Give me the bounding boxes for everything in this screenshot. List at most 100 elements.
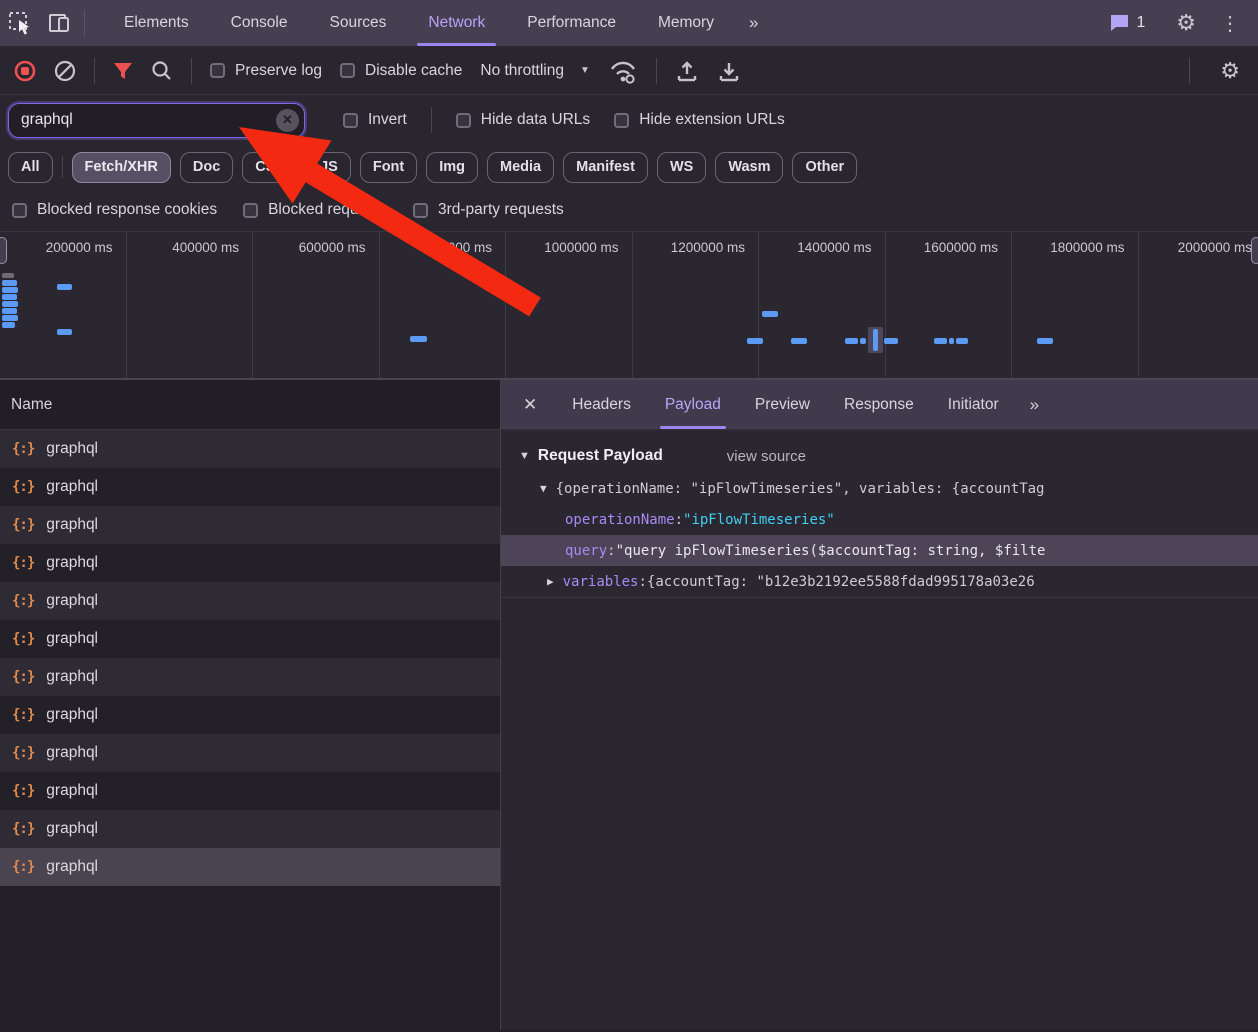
request-payload-section[interactable]: ▼ Request Payload view source: [501, 443, 1258, 473]
name-column-header[interactable]: Name: [0, 380, 500, 430]
resource-type-filter-row: All Fetch/XHR Doc CSS JS Font Img Media Manifest…: [0, 145, 1258, 189]
payload-row-variables[interactable]: ▶variables: {accountTag: "b12e3b2192ee55…: [501, 566, 1258, 597]
expand-triangle-icon[interactable]: ▼: [540, 482, 547, 495]
kebab-menu-icon[interactable]: ⋮: [1208, 11, 1252, 36]
request-row[interactable]: {:}graphql: [0, 848, 500, 886]
waterfall-mark: [2, 308, 17, 314]
blocked-requests-control[interactable]: Blocked requests: [243, 201, 387, 219]
inspect-element-button[interactable]: [0, 0, 40, 46]
request-row[interactable]: {:}graphql: [0, 468, 500, 506]
inspect-cursor-icon: [7, 10, 33, 36]
details-tab-preview[interactable]: Preview: [738, 380, 827, 429]
disable-cache-control[interactable]: Disable cache: [340, 62, 462, 80]
request-row[interactable]: {:} graphql: [0, 772, 500, 810]
details-more-tabs-button[interactable]: »: [1016, 380, 1055, 429]
payload-divider: [501, 597, 1258, 598]
waterfall-mark: [949, 338, 954, 344]
filter-chip-img[interactable]: Img: [426, 152, 478, 183]
request-row[interactable]: {:}graphql: [0, 430, 500, 468]
network-conditions-icon[interactable]: [608, 58, 638, 84]
details-tab-payload[interactable]: Payload: [648, 380, 738, 429]
filter-icon[interactable]: [113, 61, 133, 81]
blocked-response-cookies-checkbox[interactable]: [12, 203, 27, 218]
invert-checkbox[interactable]: [343, 113, 358, 128]
filter-chip-wasm[interactable]: Wasm: [715, 152, 783, 183]
fetch-xhr-icon: {:}: [12, 555, 34, 571]
hide-extension-urls-checkbox[interactable]: [614, 113, 629, 128]
settings-gear-icon[interactable]: ⚙: [1164, 10, 1208, 36]
disable-cache-checkbox[interactable]: [340, 63, 355, 78]
tab-sources[interactable]: Sources: [309, 0, 408, 46]
throttling-value: No throttling: [480, 62, 564, 80]
close-details-button[interactable]: ✕: [501, 380, 555, 429]
filter-chip-css[interactable]: CSS: [242, 152, 298, 183]
record-button[interactable]: [14, 60, 36, 82]
tab-memory[interactable]: Memory: [637, 0, 735, 46]
filter-chip-js[interactable]: JS: [307, 152, 351, 183]
view-source-link[interactable]: view source: [727, 448, 806, 465]
export-har-icon[interactable]: [717, 59, 741, 83]
payload-separator: :: [675, 512, 683, 528]
request-row[interactable]: {:}graphql: [0, 734, 500, 772]
device-toolbar-button[interactable]: [40, 0, 80, 46]
tab-elements[interactable]: Elements: [103, 0, 210, 46]
network-settings-gear-icon[interactable]: ⚙: [1208, 58, 1258, 84]
request-row[interactable]: {:}graphql: [0, 696, 500, 734]
hide-data-urls-checkbox[interactable]: [456, 113, 471, 128]
invert-control[interactable]: Invert: [343, 111, 407, 129]
filter-chip-all[interactable]: All: [8, 152, 53, 183]
timeline-tick-label: 400000 ms: [172, 240, 239, 255]
filter-chip-font[interactable]: Font: [360, 152, 417, 183]
request-name: graphql: [46, 782, 98, 800]
payload-row-operationname[interactable]: operationName: "ipFlowTimeseries": [501, 504, 1258, 535]
fetch-xhr-icon: {:}: [12, 631, 34, 647]
request-row[interactable]: {:}graphql: [0, 658, 500, 696]
details-tab-response[interactable]: Response: [827, 380, 931, 429]
filter-chip-fetch-xhr[interactable]: Fetch/XHR: [72, 152, 171, 183]
request-row[interactable]: {:}graphql: [0, 620, 500, 658]
section-title: Request Payload: [538, 447, 663, 465]
payload-row-query[interactable]: query: "query ipFlowTimeseries($accountT…: [501, 535, 1258, 566]
search-icon[interactable]: [151, 60, 173, 82]
hide-extension-urls-control[interactable]: Hide extension URLs: [614, 111, 785, 129]
tab-performance[interactable]: Performance: [506, 0, 637, 46]
disable-cache-label: Disable cache: [365, 62, 462, 80]
fetch-xhr-icon: {:}: [12, 783, 34, 799]
clear-filter-button[interactable]: ✕: [276, 109, 299, 132]
3rd-party-requests-control[interactable]: 3rd-party requests: [413, 201, 564, 219]
request-row[interactable]: {:}graphql: [0, 582, 500, 620]
network-overview-timeline[interactable]: 200000 ms400000 ms600000 ms800000 ms1000…: [0, 232, 1258, 380]
payload-preview-row[interactable]: ▼ {operationName: "ipFlowTimeseries", va…: [501, 473, 1258, 504]
filter-chip-other[interactable]: Other: [792, 152, 857, 183]
request-name: graphql: [46, 554, 98, 572]
timeline-column: 2000000 ms: [1139, 232, 1258, 378]
more-tabs-button[interactable]: »: [735, 0, 774, 46]
expand-triangle-icon[interactable]: ▶: [547, 575, 554, 588]
collapse-triangle-icon[interactable]: ▼: [519, 450, 530, 462]
filter-chip-media[interactable]: Media: [487, 152, 554, 183]
filter-chip-doc[interactable]: Doc: [180, 152, 233, 183]
details-tab-headers[interactable]: Headers: [555, 380, 648, 429]
preserve-log-control[interactable]: Preserve log: [210, 62, 322, 80]
import-har-icon[interactable]: [675, 59, 699, 83]
request-row[interactable]: {:} graphql: [0, 544, 500, 582]
throttling-dropdown[interactable]: No throttling ▼: [480, 62, 589, 80]
toolbar-separator: [94, 58, 95, 84]
clear-network-log-button[interactable]: [54, 60, 76, 82]
tab-network[interactable]: Network: [407, 0, 506, 46]
preserve-log-checkbox[interactable]: [210, 63, 225, 78]
tab-console[interactable]: Console: [210, 0, 309, 46]
3rd-party-requests-checkbox[interactable]: [413, 203, 428, 218]
blocked-requests-checkbox[interactable]: [243, 203, 258, 218]
filter-chip-manifest[interactable]: Manifest: [563, 152, 648, 183]
filter-input[interactable]: [8, 103, 305, 138]
request-name: graphql: [46, 478, 98, 496]
request-row[interactable]: {:}graphql: [0, 506, 500, 544]
dropdown-caret-icon: ▼: [580, 65, 590, 76]
hide-data-urls-control[interactable]: Hide data URLs: [456, 111, 590, 129]
issues-button[interactable]: 1: [1099, 13, 1156, 33]
request-row[interactable]: {:}graphql: [0, 810, 500, 848]
blocked-response-cookies-control[interactable]: Blocked response cookies: [12, 201, 217, 219]
filter-chip-ws[interactable]: WS: [657, 152, 706, 183]
details-tab-initiator[interactable]: Initiator: [931, 380, 1016, 429]
